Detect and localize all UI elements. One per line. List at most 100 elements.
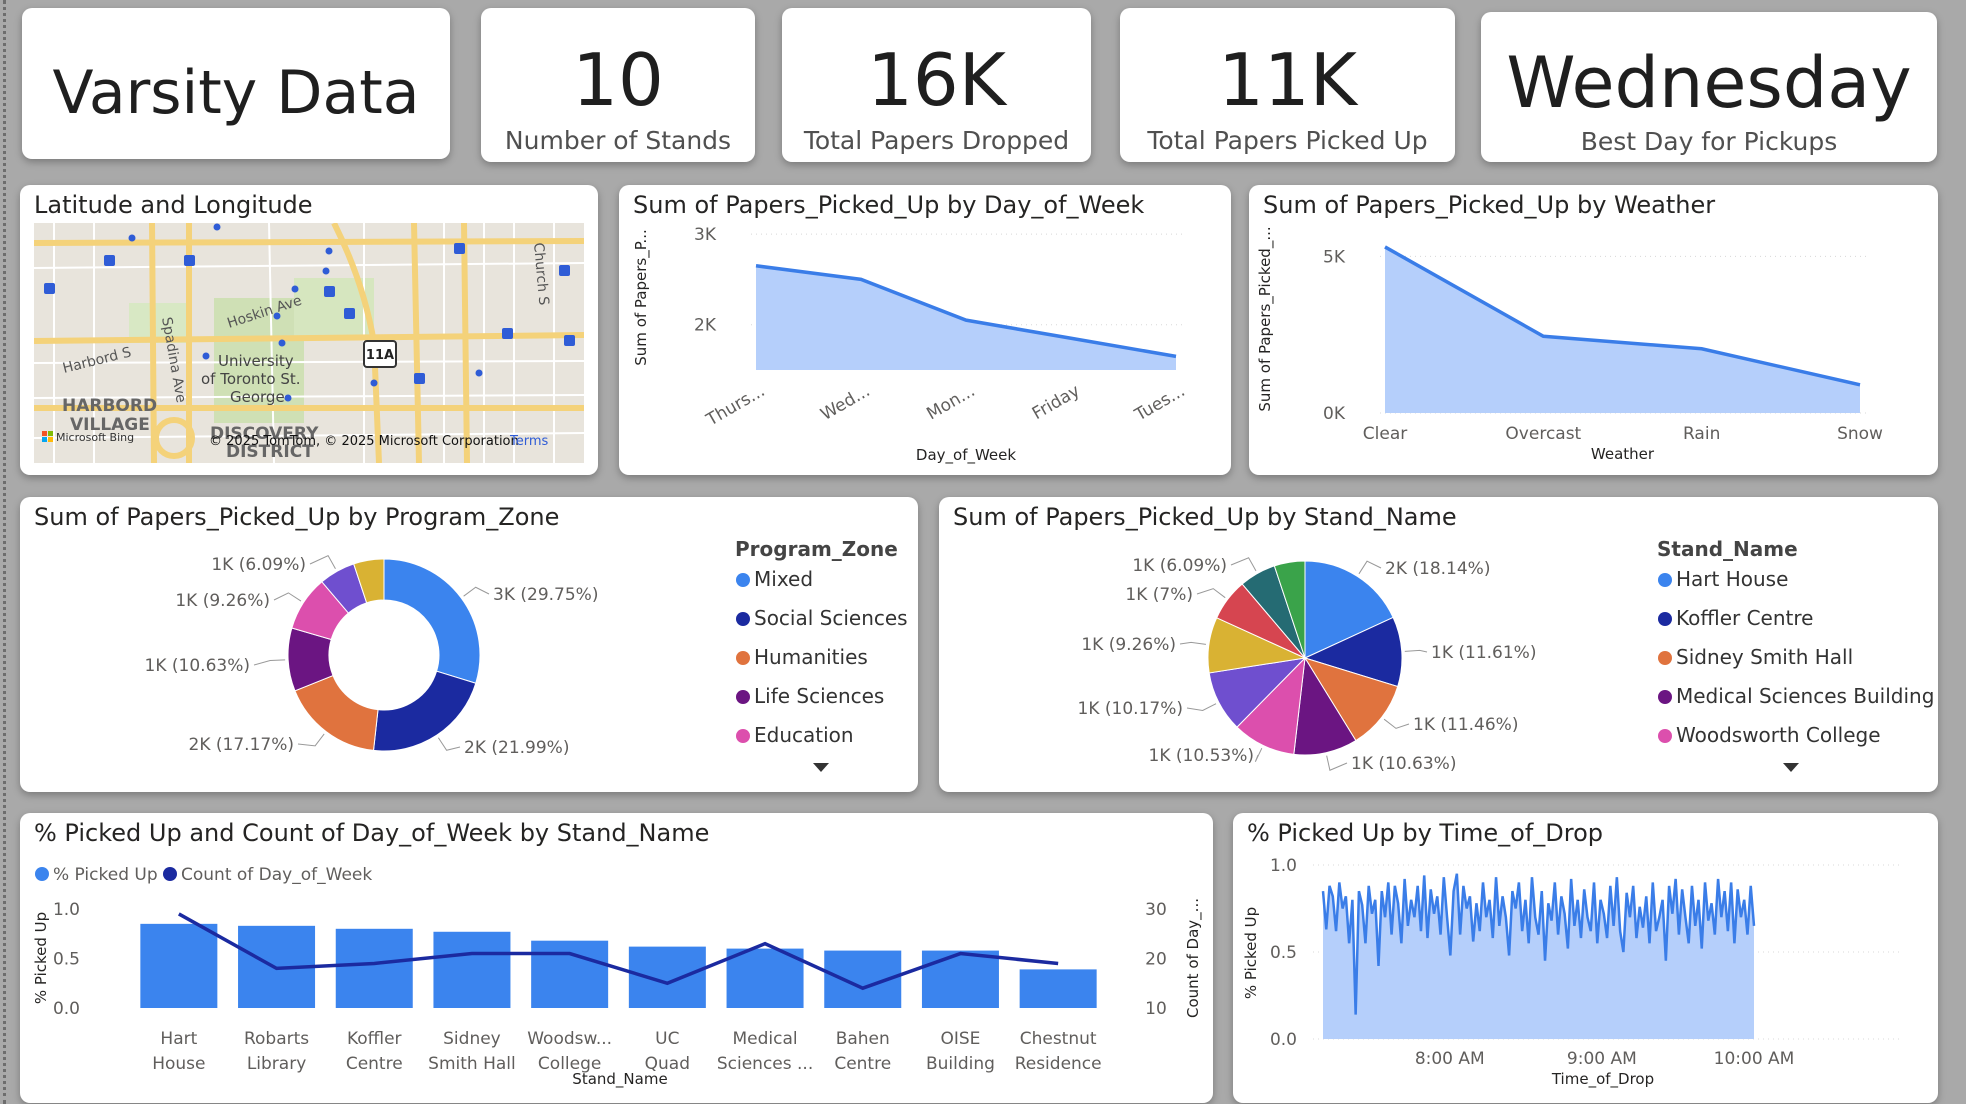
- day-of-week-chart[interactable]: 2K 3K Thurs... Wed... Mon... Friday Tues... Day…: [619, 185, 1231, 475]
- legend-item[interactable]: Mixed: [736, 567, 813, 591]
- legend-label: Education: [754, 723, 854, 747]
- x-tick-label: Clear: [1363, 424, 1407, 444]
- data-label: 1K (7%): [1125, 585, 1193, 605]
- bing-logo: Microsoft Bing: [42, 431, 134, 444]
- svg-text:George: George: [230, 388, 285, 406]
- y-axis-title: % Picked Up: [32, 912, 50, 1004]
- bar: [921, 950, 999, 1008]
- kpi-card-picked[interactable]: 11K Total Papers Picked Up: [1120, 8, 1455, 162]
- legend-dot-icon: [736, 729, 750, 743]
- x-tick-label: Smith Hall: [428, 1054, 516, 1074]
- kpi-picked-value: 11K: [1218, 38, 1357, 122]
- leader-line: [1358, 560, 1382, 575]
- x-tick-label: Sidney: [443, 1029, 501, 1049]
- x-tick-label: 10:00 AM: [1714, 1049, 1795, 1069]
- leader-line: [1383, 718, 1410, 729]
- svg-text:University: University: [218, 352, 294, 370]
- legend-label: Social Sciences: [754, 606, 908, 630]
- legend-dot-icon: [736, 612, 750, 626]
- legend-item[interactable]: Sidney Smith Hall: [1658, 645, 1853, 669]
- kpi-card-bestday[interactable]: Wednesday Best Day for Pickups: [1481, 12, 1937, 162]
- time-of-drop-chart[interactable]: 0.0 0.5 1.0 8:00 AM 9:00 AM 10:00 AM Time_of_D…: [1233, 813, 1938, 1103]
- bar: [335, 928, 413, 1008]
- map-attribution: © 2025 TomTom, © 2025 Microsoft Corporat…: [209, 434, 519, 449]
- data-label: 1K (11.46%): [1413, 715, 1518, 735]
- y-tick-label: 2K: [694, 316, 717, 336]
- legend-item[interactable]: Social Sciences: [736, 606, 908, 630]
- kpi-card-dropped[interactable]: 16K Total Papers Dropped: [782, 8, 1091, 162]
- legend-item[interactable]: Life Sciences: [736, 684, 884, 708]
- stand-combo-card[interactable]: % Picked Up and Count of Day_of_Week by …: [20, 813, 1213, 1103]
- legend-scroll-down-icon[interactable]: [1783, 763, 1799, 772]
- map-title: Latitude and Longitude: [34, 191, 313, 219]
- legend-item[interactable]: Medical Sciences Building: [1658, 684, 1934, 708]
- kpi-bestday-value: Wednesday: [1506, 42, 1912, 124]
- bar: [628, 946, 706, 1008]
- map-card[interactable]: Latitude and Longitude 11A Hoskin Ave Un…: [20, 185, 598, 475]
- weather-chart[interactable]: 0K5KClear Overcast Rain SnowWeatherSum of P…: [1249, 185, 1938, 475]
- y-tick-label: 1.0: [1270, 856, 1297, 876]
- leader-line: [1404, 649, 1428, 653]
- x-tick-label: Medical: [732, 1029, 797, 1049]
- legend-item[interactable]: Education: [736, 723, 854, 747]
- x-tick-label: Sciences ...: [717, 1054, 813, 1074]
- stand-combo-chart[interactable]: % Picked Up Count of Day_of_Week 0.0 0.5 1.0…: [20, 813, 1213, 1103]
- legend-dot-icon: [736, 690, 750, 704]
- y2-axis-title: Count of Day_...: [1184, 898, 1203, 1018]
- svg-text:11A: 11A: [366, 348, 394, 363]
- legend-scroll-down-icon[interactable]: [813, 763, 829, 772]
- x-tick-label: Woodsw...: [527, 1029, 612, 1049]
- legend-dot-icon: [1658, 690, 1672, 704]
- pie-slice: [383, 558, 481, 684]
- map-canvas[interactable]: 11A Hoskin Ave University of Toronto St.…: [34, 223, 584, 463]
- y-tick-label: 5K: [1323, 247, 1346, 267]
- leader-line: [1186, 703, 1217, 712]
- kpi-card-stands[interactable]: 10 Number of Stands: [481, 8, 755, 162]
- weather-card[interactable]: Sum of Papers_Picked_Up by Weather 0K 5K C…: [1249, 185, 1938, 475]
- kpi-dropped-value: 16K: [867, 38, 1006, 122]
- data-label: 1K (6.09%): [211, 555, 306, 575]
- bar: [1019, 969, 1097, 1008]
- x-tick-label: Library: [247, 1054, 306, 1074]
- y-axis-title: % Picked Up: [1242, 907, 1260, 999]
- x-tick-label: Thurs...: [702, 381, 768, 431]
- legend-item[interactable]: Humanities: [736, 645, 868, 669]
- legend-label: % Picked Up: [53, 865, 158, 885]
- area-fill: [756, 265, 1176, 370]
- data-label: 1K (10.63%): [145, 656, 250, 676]
- leader-line: [309, 554, 336, 569]
- kpi-bestday-label: Best Day for Pickups: [1580, 127, 1838, 156]
- day-of-week-card[interactable]: Sum of Papers_Picked_Up by Day_of_Week 2…: [619, 185, 1231, 475]
- legend-label: Count of Day_of_Week: [181, 865, 372, 885]
- x-tick-label: Centre: [834, 1054, 891, 1074]
- y-tick-label: 3K: [694, 225, 717, 245]
- data-label: 1K (9.26%): [175, 591, 270, 611]
- y2-tick-label: 20: [1145, 950, 1167, 970]
- x-axis-title: Weather: [1591, 445, 1655, 463]
- legend-label: Sidney Smith Hall: [1676, 645, 1854, 669]
- data-label: 3K (29.75%): [493, 585, 598, 605]
- x-tick-label: House: [152, 1054, 205, 1074]
- legend-dot-icon: [1658, 651, 1672, 665]
- data-label: 2K (17.17%): [189, 735, 294, 755]
- program-zone-card[interactable]: Sum of Papers_Picked_Up by Program_Zone …: [20, 497, 918, 792]
- data-label: 1K (9.26%): [1081, 635, 1176, 655]
- leader-line: [1254, 747, 1263, 762]
- time-of-drop-card[interactable]: % Picked Up by Time_of_Drop 0.0 0.5 1.0 8:0…: [1233, 813, 1938, 1103]
- stand-name-card[interactable]: Sum of Papers_Picked_Up by Stand_Name 2K…: [939, 497, 1938, 792]
- legend-item[interactable]: Woodsworth College: [1658, 723, 1881, 747]
- x-tick-label: Wed...: [817, 381, 873, 425]
- leader-line: [1196, 588, 1226, 599]
- x-tick-label: UC: [655, 1029, 679, 1049]
- legend-item[interactable]: Hart House: [1658, 567, 1788, 591]
- map-terms-link[interactable]: Terms: [509, 434, 549, 449]
- leader-line: [463, 586, 490, 597]
- y-tick-label: 0.5: [1270, 943, 1297, 963]
- legend-item[interactable]: Koffler Centre: [1658, 606, 1813, 630]
- y-axis-title: Sum of Papers_Picked_...: [1256, 226, 1275, 411]
- x-tick-label: Koffler: [347, 1029, 402, 1049]
- kpi-picked-label: Total Papers Picked Up: [1147, 126, 1428, 155]
- bar: [140, 923, 218, 1008]
- x-tick-label: Centre: [346, 1054, 403, 1074]
- x-tick-label: 8:00 AM: [1415, 1049, 1485, 1069]
